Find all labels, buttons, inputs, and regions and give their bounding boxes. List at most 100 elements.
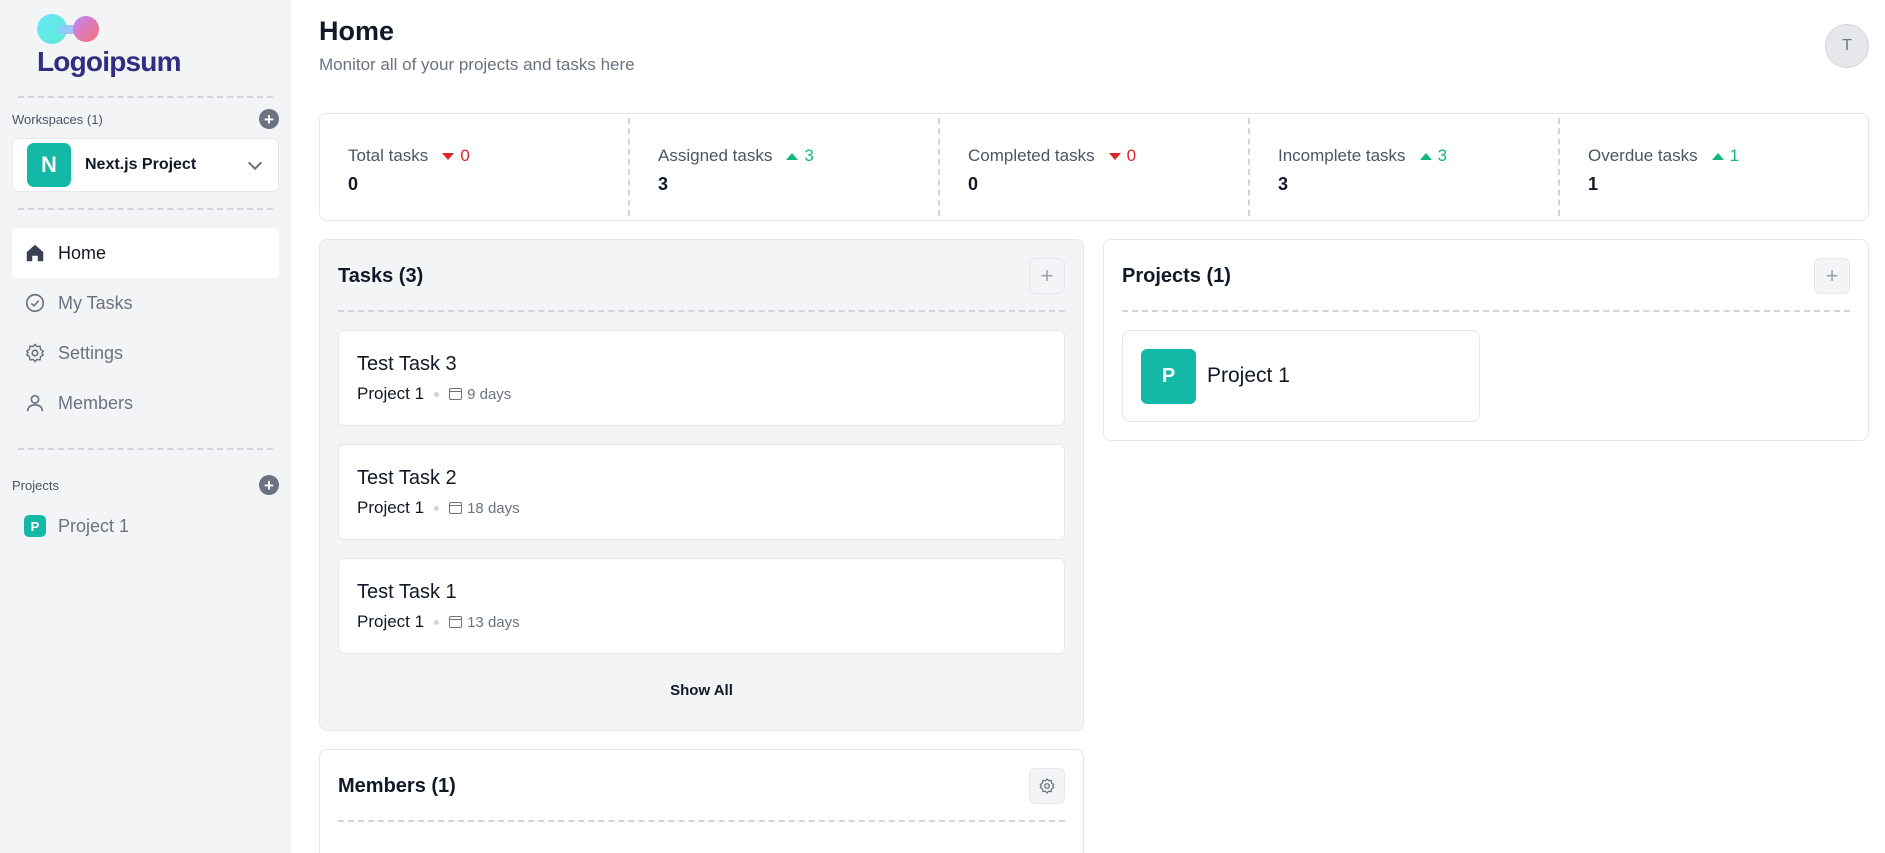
show-all-button[interactable]: Show All [338, 668, 1065, 712]
sidebar-item-label: Settings [58, 342, 124, 363]
sidebar: Logoipsum Workspaces (1) + N Next.js Pro… [0, 0, 291, 853]
projects-header: Projects + [12, 474, 279, 496]
stat-value: 0 [348, 174, 359, 194]
stat-label: Overdue tasks [1588, 146, 1698, 165]
separator-dot [434, 505, 440, 511]
sidebar-item-settings[interactable]: Settings [12, 328, 279, 378]
sidebar-item-label: Home [58, 242, 107, 263]
dashboard-grid: Tasks (3) + Test Task 3 Project 1 9 days [319, 239, 1869, 853]
task-name: Test Task 1 [357, 581, 457, 603]
trend-up-icon [1419, 152, 1432, 160]
card-divider [1122, 310, 1850, 312]
task-project: Project 1 [357, 498, 425, 517]
trend-up-icon [1711, 152, 1724, 160]
stat-value: 0 [968, 174, 979, 194]
task-due: 18 days [467, 499, 520, 517]
card-divider [338, 310, 1065, 312]
page-title: Home [319, 16, 395, 46]
home-icon [24, 242, 46, 264]
stat-total-tasks: Total tasks 0 0 [320, 118, 630, 216]
sidebar-item-members[interactable]: Members [12, 378, 279, 428]
workspace-switcher[interactable]: N Next.js Project [12, 138, 279, 192]
stat-label: Completed tasks [968, 146, 1095, 165]
stat-value: 1 [1588, 174, 1599, 194]
task-name: Test Task 3 [357, 353, 457, 375]
tasks-card: Tasks (3) + Test Task 3 Project 1 9 days [319, 239, 1084, 731]
stat-value: 3 [658, 174, 669, 194]
projects-card-title: Projects (1) [1122, 264, 1231, 287]
calendar-icon [449, 616, 463, 628]
task-item[interactable]: Test Task 2 Project 1 18 days [338, 444, 1065, 540]
task-due: 13 days [467, 613, 520, 631]
add-task-button[interactable]: + [1029, 258, 1065, 294]
main-content: Home Monitor all of your projects and ta… [291, 0, 1885, 853]
sidebar-item-project-1[interactable]: P Project 1 [12, 504, 279, 548]
sidebar-item-my-tasks[interactable]: My Tasks [12, 278, 279, 328]
stat-change: 0 [460, 146, 470, 165]
trend-up-icon [786, 152, 799, 160]
workspaces-header: Workspaces (1) + [12, 108, 279, 130]
stats-bar: Total tasks 0 0 Assigned tasks 3 3 Compl… [319, 113, 1869, 221]
project-badge: P [24, 515, 46, 537]
task-due: 9 days [467, 385, 512, 403]
user-icon [24, 392, 46, 414]
workspace-name: Next.js Project [85, 156, 197, 173]
sidebar-divider [18, 448, 273, 450]
add-project-icon[interactable]: + [259, 475, 279, 495]
user-avatar[interactable]: T [1825, 24, 1869, 68]
logo-text: Logoipsum [37, 46, 181, 77]
stat-label: Assigned tasks [658, 146, 773, 165]
trend-down-icon [1108, 152, 1121, 160]
workspace-avatar: N [27, 143, 71, 187]
chevron-down-icon [247, 155, 263, 170]
trend-down-icon [442, 152, 455, 160]
members-card-title: Members (1) [338, 774, 456, 797]
left-column: Tasks (3) + Test Task 3 Project 1 9 days [319, 239, 1084, 853]
stat-overdue-tasks: Overdue tasks 1 1 [1560, 118, 1868, 216]
separator-dot [434, 619, 440, 625]
sidebar-item-home[interactable]: Home [12, 228, 279, 278]
gear-icon [1039, 778, 1055, 794]
task-item[interactable]: Test Task 3 Project 1 9 days [338, 330, 1065, 426]
stat-value: 3 [1278, 174, 1289, 194]
app-root: Logoipsum Workspaces (1) + N Next.js Pro… [0, 0, 1885, 853]
calendar-icon [449, 388, 463, 400]
stat-change: 3 [804, 146, 814, 165]
members-card: Members (1) [319, 749, 1084, 853]
project-name: Project 1 [1207, 364, 1290, 387]
add-workspace-icon[interactable]: + [259, 109, 279, 129]
logo-mark-icon [37, 14, 101, 44]
stat-change: 1 [1729, 146, 1740, 165]
task-project: Project 1 [357, 384, 425, 403]
sidebar-item-label: Members [58, 392, 134, 413]
task-item[interactable]: Test Task 1 Project 1 13 days [338, 558, 1065, 654]
stat-incomplete-tasks: Incomplete tasks 3 3 [1250, 118, 1560, 216]
task-project: Project 1 [357, 612, 425, 631]
task-name: Test Task 2 [357, 467, 457, 489]
stat-change: 3 [1437, 146, 1448, 165]
plus-icon: + [1825, 263, 1839, 288]
check-circle-icon [24, 292, 46, 314]
sidebar-divider [18, 96, 273, 98]
calendar-icon [449, 502, 463, 514]
sidebar-nav: Home My Tasks Settings Members [12, 210, 279, 448]
gear-icon [24, 342, 46, 364]
members-settings-button[interactable] [1029, 768, 1065, 804]
stat-label: Total tasks [348, 146, 429, 165]
stat-label: Incomplete tasks [1278, 146, 1406, 165]
sidebar-item-label: Project 1 [58, 515, 130, 536]
sidebar-item-label: My Tasks [58, 292, 133, 313]
right-column: Projects (1) + P Project 1 [1103, 239, 1869, 853]
stat-completed-tasks: Completed tasks 0 0 [940, 118, 1250, 216]
projects-label: Projects [12, 477, 59, 493]
tasks-card-title: Tasks (3) [338, 264, 424, 287]
logo[interactable]: Logoipsum [12, 0, 279, 96]
project-item[interactable]: P Project 1 [1122, 330, 1480, 422]
plus-icon: + [1040, 263, 1054, 288]
projects-card: Projects (1) + P Project 1 [1103, 239, 1869, 441]
workspaces-label: Workspaces (1) [12, 111, 103, 127]
project-avatar: P [1141, 348, 1196, 404]
add-project-button[interactable]: + [1814, 258, 1850, 294]
card-divider [338, 820, 1065, 822]
page-subtitle: Monitor all of your projects and tasks h… [319, 55, 635, 74]
